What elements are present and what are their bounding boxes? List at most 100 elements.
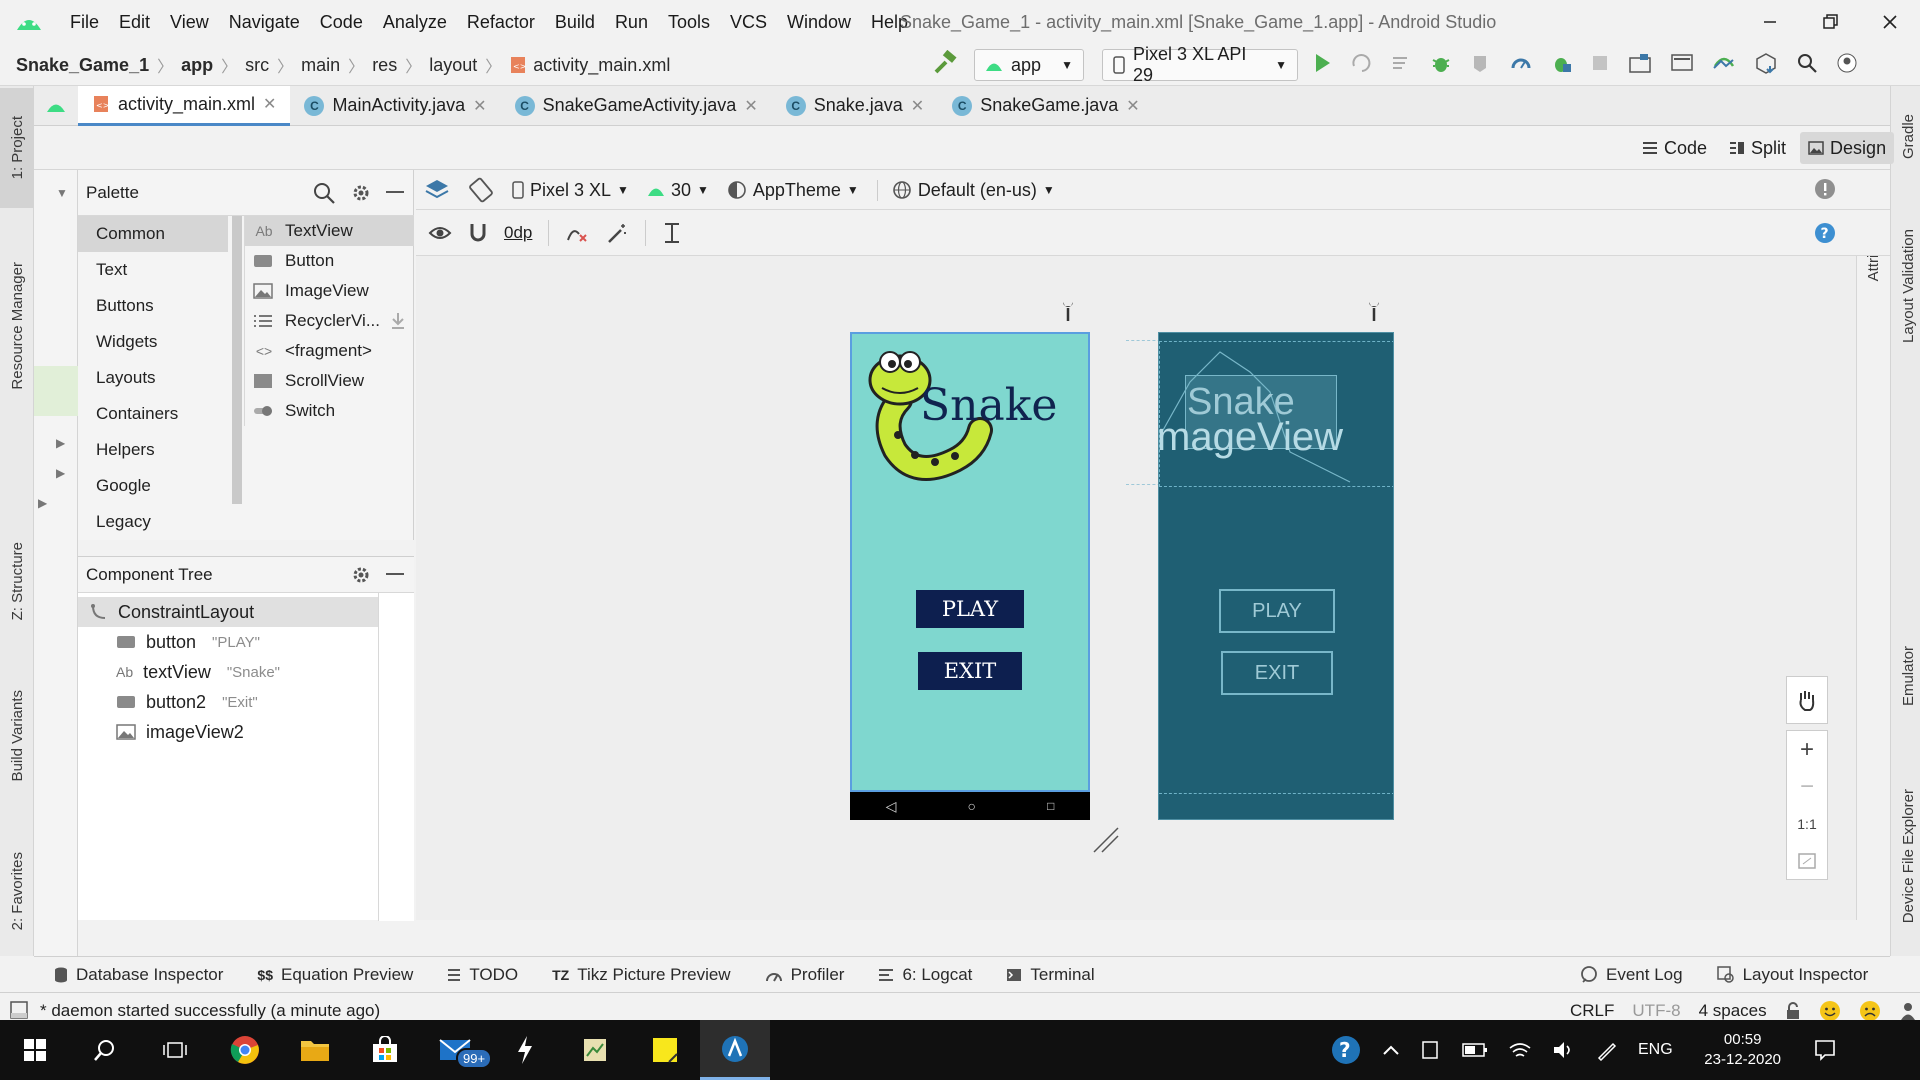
palette-category-legacy[interactable]: Legacy [78, 504, 228, 540]
search-icon[interactable] [312, 181, 336, 205]
apply-changes-icon[interactable] [1350, 52, 1372, 74]
language-indicator[interactable]: ENG [1638, 1041, 1673, 1059]
tree-row-button[interactable]: button "PLAY" [78, 627, 378, 657]
restore-button[interactable] [1800, 0, 1860, 44]
palette-item-imageview[interactable]: ImageView [245, 276, 414, 306]
breadcrumb-src[interactable]: src [245, 55, 269, 76]
design-view-button[interactable]: Design [1800, 132, 1895, 164]
zoom-to-fit-button[interactable] [1787, 842, 1827, 879]
emulator-tab[interactable]: Emulator [1891, 626, 1920, 726]
run-icon[interactable] [1312, 52, 1332, 74]
store-taskbar-button[interactable] [350, 1020, 420, 1080]
profile-icon[interactable] [1470, 52, 1492, 74]
chevron-up-icon[interactable] [1382, 1044, 1400, 1056]
inspector-person-icon[interactable] [1899, 1001, 1917, 1021]
logcat-tab[interactable]: 6: Logcat [878, 965, 972, 985]
palette-category-widgets[interactable]: Widgets [78, 324, 228, 360]
pen-icon[interactable] [1596, 1039, 1618, 1061]
event-log-tab[interactable]: Event Log [1580, 965, 1683, 985]
blueprint-exit-button[interactable]: EXIT [1221, 651, 1333, 695]
palette-item-fragment[interactable]: <> <fragment> [245, 336, 414, 366]
sad-face-icon[interactable] [1859, 1000, 1881, 1022]
resource-manager-tab[interactable]: Resource Manager [0, 236, 34, 416]
menu-build[interactable]: Build [545, 0, 605, 44]
project-structure-icon[interactable] [1754, 52, 1778, 74]
guidelines-icon[interactable] [662, 221, 682, 245]
meet-now-icon[interactable] [1420, 1039, 1442, 1061]
download-icon[interactable] [390, 312, 406, 330]
make-project-hammer-icon[interactable] [932, 50, 958, 76]
palette-category-layouts[interactable]: Layouts [78, 360, 228, 396]
pan-tool-button[interactable] [1786, 676, 1828, 724]
breadcrumb-res[interactable]: res [372, 55, 397, 76]
wifi-icon[interactable] [1508, 1040, 1532, 1060]
coverage-icon[interactable] [1550, 52, 1572, 74]
breadcrumb-module[interactable]: app [181, 55, 213, 76]
menu-code[interactable]: Code [310, 0, 373, 44]
layers-icon[interactable] [424, 177, 450, 203]
close-icon[interactable]: ✕ [911, 96, 924, 116]
close-icon[interactable]: ✕ [473, 96, 486, 116]
zoom-out-button[interactable]: − [1787, 768, 1827, 805]
device-file-explorer-tab[interactable]: Device File Explorer [1891, 766, 1920, 946]
battery-icon[interactable] [1462, 1042, 1488, 1058]
palette-item-recyclerview[interactable]: RecyclerVi... [245, 306, 414, 336]
palette-item-scrollview[interactable]: ScrollView [245, 366, 414, 396]
sticky-notes-taskbar-button[interactable] [630, 1020, 700, 1080]
task-view-button[interactable] [140, 1020, 210, 1080]
split-view-button[interactable]: Split [1721, 132, 1794, 164]
close-icon[interactable]: ✕ [1126, 96, 1139, 116]
code-view-button[interactable]: Code [1634, 132, 1715, 164]
minimize-panel-icon[interactable] [386, 572, 404, 577]
menu-tools[interactable]: Tools [658, 0, 720, 44]
volume-icon[interactable] [1552, 1040, 1576, 1060]
palette-scrollbar[interactable] [232, 216, 242, 504]
tree-expand-arrow-icon[interactable]: ▶ [38, 496, 47, 510]
zoom-in-button[interactable]: + [1787, 731, 1827, 768]
structure-tab[interactable]: Z: Structure [0, 516, 34, 646]
menu-analyze[interactable]: Analyze [373, 0, 457, 44]
layout-validation-tab[interactable]: Layout Validation [1891, 206, 1920, 366]
todo-tab[interactable]: TODO [447, 965, 518, 985]
infer-constraints-icon[interactable] [605, 222, 629, 244]
start-button[interactable] [0, 1020, 70, 1080]
palette-category-helpers[interactable]: Helpers [78, 432, 228, 468]
menu-vcs[interactable]: VCS [720, 0, 777, 44]
menu-view[interactable]: View [160, 0, 219, 44]
tab-mainactivity-java[interactable]: C MainActivity.java ✕ [290, 86, 500, 126]
preview-screen[interactable]: Snake PLAY EXIT [850, 332, 1090, 792]
breadcrumb-main[interactable]: main [301, 55, 340, 76]
minimize-panel-icon[interactable] [386, 190, 404, 195]
notifications-icon[interactable] [1813, 1038, 1837, 1062]
breadcrumb-project[interactable]: Snake_Game_1 [16, 55, 149, 76]
menu-run[interactable]: Run [605, 0, 658, 44]
tab-snakegame-java[interactable]: C SnakeGame.java ✕ [938, 86, 1153, 126]
build-variants-tab[interactable]: Build Variants [0, 666, 34, 806]
tab-activity-main-xml[interactable]: <> activity_main.xml ✕ [78, 85, 291, 126]
project-tool-tab[interactable]: 1: Project [0, 88, 34, 208]
tab-snakegameactivity-java[interactable]: C SnakeGameActivity.java ✕ [501, 86, 772, 126]
wrench-icon[interactable] [1060, 300, 1076, 322]
encoding-indicator[interactable]: UTF-8 [1632, 1001, 1680, 1021]
palette-category-google[interactable]: Google [78, 468, 228, 504]
android-studio-taskbar-button[interactable] [700, 1020, 770, 1080]
zoom-actual-size-button[interactable]: 1:1 [1787, 805, 1827, 842]
mail-taskbar-button[interactable]: 99+ [420, 1020, 493, 1080]
attach-debugger-icon[interactable] [1510, 52, 1532, 74]
search-everywhere-icon[interactable] [1796, 52, 1818, 74]
favorites-tab[interactable]: 2: Favorites [0, 831, 34, 951]
clear-constraints-icon[interactable] [565, 222, 589, 244]
locale-select[interactable]: Default (en-us) ▼ [876, 179, 1055, 201]
exit-button[interactable]: EXIT [918, 652, 1022, 690]
taskbar-search-button[interactable] [70, 1020, 140, 1080]
palette-category-buttons[interactable]: Buttons [78, 288, 228, 324]
palette-item-textview[interactable]: Ab TextView [245, 216, 414, 246]
close-window-button[interactable] [1860, 0, 1920, 44]
blueprint-screen[interactable]: Snake mageView PLAY EXIT [1158, 332, 1394, 820]
palette-category-containers[interactable]: Containers [78, 396, 228, 432]
menu-window[interactable]: Window [777, 0, 861, 44]
menu-refactor[interactable]: Refactor [457, 0, 545, 44]
blueprint-play-button[interactable]: PLAY [1219, 589, 1335, 633]
tool-windows-toggle-icon[interactable] [10, 1001, 28, 1019]
gear-icon[interactable] [350, 564, 372, 586]
